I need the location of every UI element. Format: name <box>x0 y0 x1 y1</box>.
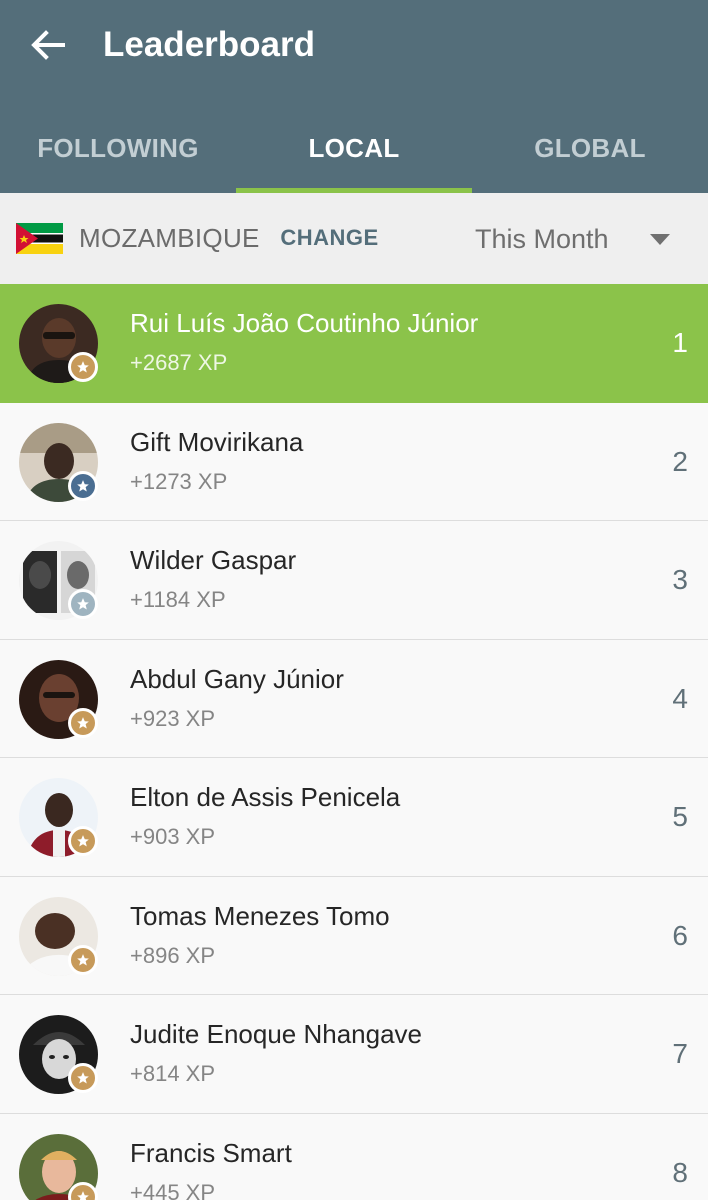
leaderboard-row[interactable]: Gift Movirikana +1273 XP 2 <box>0 402 708 521</box>
star-badge-icon <box>68 826 98 856</box>
rank-number: 2 <box>672 445 688 477</box>
user-xp: +814 XP <box>130 1061 216 1086</box>
user-name: Gift Movirikana <box>130 426 304 457</box>
user-xp: +1184 XP <box>130 587 226 612</box>
user-xp: +896 XP <box>130 942 216 968</box>
user-xp: +923 XP <box>130 705 216 731</box>
leaderboard-row[interactable]: Judite Enoque Nhangave +814 XP 7 <box>0 995 708 1114</box>
user-name: Wilder Gaspar <box>130 545 297 575</box>
period-dropdown[interactable]: This Month <box>460 210 692 268</box>
app-bar: Leaderboard FOLLOWING LOCAL GLOBAL <box>0 0 708 193</box>
star-badge-icon <box>68 470 98 501</box>
change-country-button[interactable]: CHANGE <box>272 214 387 262</box>
rank-number: 3 <box>672 564 688 595</box>
leaderboard-row[interactable]: Rui Luís João Coutinho Júnior +2687 XP 1 <box>0 284 708 403</box>
star-badge-icon <box>68 944 98 975</box>
user-xp: +1273 XP <box>130 468 228 494</box>
rank-number: 5 <box>672 801 688 832</box>
user-name: Rui Luís João Coutinho Júnior <box>130 308 479 338</box>
rank-number: 7 <box>672 1038 688 1069</box>
user-xp: +2687 XP <box>130 350 228 375</box>
star-badge-icon <box>68 352 98 382</box>
user-name: Elton de Assis Penicela <box>130 782 401 812</box>
tab-global[interactable]: GLOBAL <box>472 103 708 193</box>
user-name: Tomas Menezes Tomo <box>130 900 390 931</box>
arrow-left-icon <box>31 30 65 60</box>
leaderboard-row[interactable]: Wilder Gaspar +1184 XP 3 <box>0 521 708 640</box>
star-badge-icon <box>68 1063 98 1093</box>
user-name: Abdul Gany Júnior <box>130 663 344 694</box>
rank-number: 6 <box>672 919 688 951</box>
star-badge-icon <box>68 707 98 738</box>
tab-bar: FOLLOWING LOCAL GLOBAL <box>0 103 708 193</box>
leaderboard-row[interactable]: Elton de Assis Penicela +903 XP 5 <box>0 758 708 877</box>
leaderboard-row[interactable]: Francis Smart +445 XP 8 <box>0 1113 708 1200</box>
mozambique-flag-icon <box>16 223 63 254</box>
period-label: This Month <box>475 224 609 254</box>
tab-local[interactable]: LOCAL <box>236 103 472 193</box>
leaderboard-row[interactable]: Abdul Gany Júnior +923 XP 4 <box>0 639 708 758</box>
rank-number: 8 <box>672 1156 688 1188</box>
rank-number: 1 <box>672 327 688 358</box>
user-name: Judite Enoque Nhangave <box>130 1019 423 1049</box>
leaderboard-row[interactable]: Tomas Menezes Tomo +896 XP 6 <box>0 876 708 995</box>
page-title: Leaderboard <box>103 25 315 64</box>
back-button[interactable] <box>22 22 74 68</box>
tab-following[interactable]: FOLLOWING <box>0 103 236 193</box>
rank-number: 4 <box>672 682 688 714</box>
caret-down-icon <box>650 234 670 245</box>
star-badge-icon <box>68 589 98 619</box>
user-xp: +445 XP <box>130 1179 216 1200</box>
user-name: Francis Smart <box>130 1137 292 1168</box>
country-name: MOZAMBIQUE <box>79 223 260 253</box>
user-xp: +903 XP <box>130 824 216 849</box>
leaderboard-list: Rui Luís João Coutinho Júnior +2687 XP 1… <box>0 284 708 1200</box>
